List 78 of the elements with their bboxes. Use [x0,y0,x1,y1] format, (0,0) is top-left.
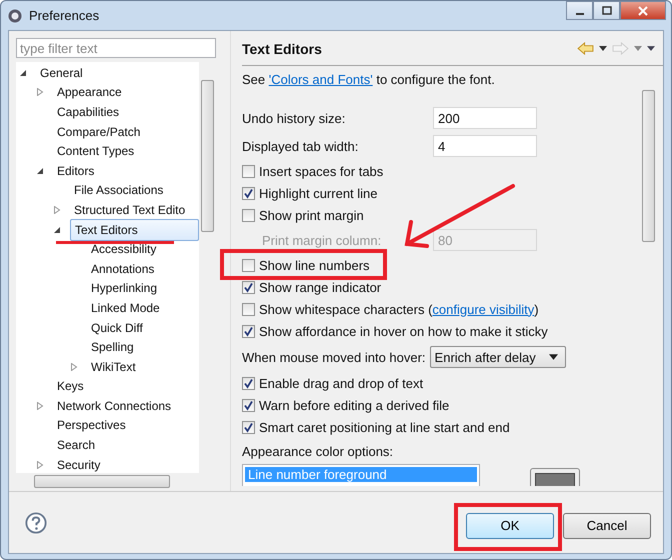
maximize-button[interactable] [593,1,620,20]
tree-item[interactable]: Compare/Patch [53,122,144,141]
checkbox[interactable] [242,420,255,434]
tree-item[interactable]: Perspectives [53,416,130,434]
collapse-icon[interactable] [36,166,44,175]
back-arrow-icon[interactable] [577,42,594,54]
tree-item[interactable]: Search [53,436,100,454]
checkbox-label[interactable]: Enable drag and drop of text [259,376,424,390]
tree-item[interactable]: Linked Mode [87,298,164,317]
dropdown[interactable]: Enrich after delay [430,346,566,368]
checkbox[interactable] [242,376,255,390]
window-title: Preferences [29,8,100,23]
tree-item[interactable]: Structured Text Edito [70,200,190,219]
checkbox[interactable] [242,208,255,222]
ok-button[interactable]: OK [466,512,554,538]
checkbox[interactable] [242,280,255,294]
section-label: Appearance color options: [242,444,394,461]
tree-item[interactable]: Annotations [87,260,158,278]
tree-item[interactable]: Network Connections [53,396,176,415]
number-field[interactable]: 4 [433,135,537,157]
tree-item[interactable]: Accessibility [87,240,160,258]
tree-item[interactable]: Capabilities [53,102,124,121]
checkbox[interactable] [242,302,255,316]
cancel-button[interactable]: Cancel [563,512,651,538]
tree-item[interactable]: Keys [53,377,88,396]
checkbox-label[interactable]: Warn before editing a derived file [259,398,450,412]
close-icon [638,6,648,16]
checkbox-label[interactable]: Smart caret positioning at line start and end [259,420,510,434]
checkbox[interactable] [242,324,255,338]
colors-and-fonts-link[interactable]: 'Colors and Fonts' [268,72,373,87]
expand-icon[interactable] [36,460,44,469]
checkbox-label[interactable]: Show whitespace characters (configure visibility) [259,302,539,316]
checkbox-label[interactable]: Show affordance in hover on how to make it sticky [259,324,548,338]
expand-icon[interactable] [36,88,44,96]
menu-icon[interactable] [647,46,655,50]
tree-item[interactable]: File Associations [70,181,168,200]
color-button[interactable] [530,468,580,486]
tree-item[interactable]: Spelling [87,338,138,356]
filter-field[interactable]: type filter text [16,38,216,58]
gear-icon [7,8,23,24]
field-label: Print margin column: [262,232,382,248]
minimize-icon [576,12,584,14]
checkbox[interactable] [242,186,255,200]
tree-item[interactable]: Security [53,456,104,474]
tree-item[interactable]: Editors [53,162,98,180]
checkbox-label[interactable]: Show range indicator [259,280,382,294]
expand-icon[interactable] [36,402,44,410]
tree-item[interactable]: Appearance [53,83,126,102]
dropdown-icon[interactable] [599,46,607,50]
font-hint-text: See 'Colors and Fonts' to configure the font. [242,72,496,87]
tree-item[interactable]: Text Editors [70,218,199,241]
checkbox[interactable] [242,398,255,412]
maximize-icon [602,6,612,16]
caret-icon [548,354,558,360]
field-label: Undo history size: [242,110,346,126]
checkbox-label[interactable]: Show print margin [259,208,364,222]
collapse-icon[interactable] [19,68,27,77]
tree-item[interactable]: Quick Diff [87,318,147,337]
number-field[interactable]: 200 [433,107,537,129]
page-title: Text Editors [242,41,322,57]
close-button[interactable] [620,1,666,20]
help-icon[interactable] [25,512,47,534]
tree-item[interactable]: General [36,64,87,82]
tree-item[interactable]: Content Types [53,142,138,160]
field-label: Displayed tab width: [242,138,360,154]
tree-item[interactable]: WikiText [87,358,140,376]
checkbox-label[interactable]: Show line numbers [259,258,370,272]
checkbox[interactable] [242,164,255,178]
minimize-button[interactable] [566,1,593,20]
configure-visibility-link[interactable]: configure visibility [432,302,534,316]
expand-icon[interactable] [70,362,78,371]
checkbox-label[interactable]: Insert spaces for tabs [259,164,384,178]
expand-icon[interactable] [53,206,61,214]
checkbox-label[interactable]: Highlight current line [259,186,378,200]
collapse-icon[interactable] [53,226,61,234]
tree-item[interactable]: Hyperlinking [87,279,162,298]
select-label: When mouse moved into hover: [242,350,426,364]
checkbox[interactable] [242,258,255,272]
